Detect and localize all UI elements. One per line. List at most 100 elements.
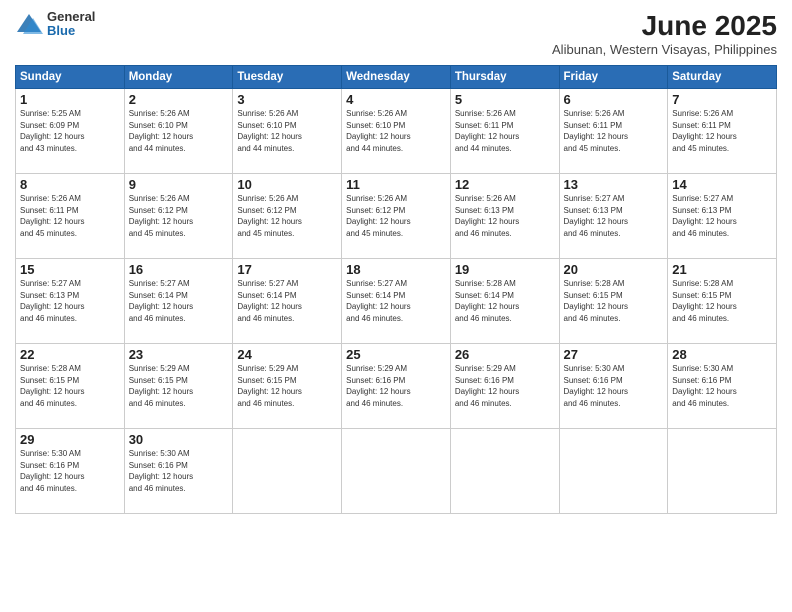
day-cell: 30Sunrise: 5:30 AMSunset: 6:16 PMDayligh… <box>124 429 233 514</box>
day-info: Sunrise: 5:29 AMSunset: 6:15 PMDaylight:… <box>129 363 229 409</box>
day-info: Sunrise: 5:26 AMSunset: 6:10 PMDaylight:… <box>129 108 229 154</box>
day-info: Sunrise: 5:30 AMSunset: 6:16 PMDaylight:… <box>129 448 229 494</box>
week-row-2: 8Sunrise: 5:26 AMSunset: 6:11 PMDaylight… <box>16 174 777 259</box>
header-tuesday: Tuesday <box>233 66 342 89</box>
day-number: 3 <box>237 92 337 107</box>
day-info: Sunrise: 5:26 AMSunset: 6:11 PMDaylight:… <box>672 108 772 154</box>
week-row-1: 1Sunrise: 5:25 AMSunset: 6:09 PMDaylight… <box>16 89 777 174</box>
day-number: 20 <box>564 262 664 277</box>
week-row-3: 15Sunrise: 5:27 AMSunset: 6:13 PMDayligh… <box>16 259 777 344</box>
day-info: Sunrise: 5:28 AMSunset: 6:15 PMDaylight:… <box>672 278 772 324</box>
day-cell: 2Sunrise: 5:26 AMSunset: 6:10 PMDaylight… <box>124 89 233 174</box>
day-info: Sunrise: 5:30 AMSunset: 6:16 PMDaylight:… <box>20 448 120 494</box>
day-cell <box>668 429 777 514</box>
day-info: Sunrise: 5:26 AMSunset: 6:13 PMDaylight:… <box>455 193 555 239</box>
day-info: Sunrise: 5:26 AMSunset: 6:11 PMDaylight:… <box>564 108 664 154</box>
day-info: Sunrise: 5:28 AMSunset: 6:15 PMDaylight:… <box>20 363 120 409</box>
day-cell: 22Sunrise: 5:28 AMSunset: 6:15 PMDayligh… <box>16 344 125 429</box>
day-number: 29 <box>20 432 120 447</box>
day-number: 6 <box>564 92 664 107</box>
title-block: June 2025 Alibunan, Western Visayas, Phi… <box>552 10 777 57</box>
week-row-4: 22Sunrise: 5:28 AMSunset: 6:15 PMDayligh… <box>16 344 777 429</box>
day-cell: 25Sunrise: 5:29 AMSunset: 6:16 PMDayligh… <box>342 344 451 429</box>
day-cell: 10Sunrise: 5:26 AMSunset: 6:12 PMDayligh… <box>233 174 342 259</box>
day-number: 8 <box>20 177 120 192</box>
day-info: Sunrise: 5:27 AMSunset: 6:13 PMDaylight:… <box>672 193 772 239</box>
day-cell <box>450 429 559 514</box>
day-cell: 9Sunrise: 5:26 AMSunset: 6:12 PMDaylight… <box>124 174 233 259</box>
day-cell: 29Sunrise: 5:30 AMSunset: 6:16 PMDayligh… <box>16 429 125 514</box>
calendar-page: General Blue June 2025 Alibunan, Western… <box>0 0 792 612</box>
header-sunday: Sunday <box>16 66 125 89</box>
day-number: 5 <box>455 92 555 107</box>
day-info: Sunrise: 5:27 AMSunset: 6:13 PMDaylight:… <box>564 193 664 239</box>
day-cell: 6Sunrise: 5:26 AMSunset: 6:11 PMDaylight… <box>559 89 668 174</box>
day-number: 11 <box>346 177 446 192</box>
day-info: Sunrise: 5:27 AMSunset: 6:13 PMDaylight:… <box>20 278 120 324</box>
day-info: Sunrise: 5:26 AMSunset: 6:12 PMDaylight:… <box>129 193 229 239</box>
day-cell: 11Sunrise: 5:26 AMSunset: 6:12 PMDayligh… <box>342 174 451 259</box>
day-number: 2 <box>129 92 229 107</box>
day-cell <box>342 429 451 514</box>
day-info: Sunrise: 5:26 AMSunset: 6:12 PMDaylight:… <box>237 193 337 239</box>
day-number: 25 <box>346 347 446 362</box>
day-number: 14 <box>672 177 772 192</box>
day-number: 13 <box>564 177 664 192</box>
day-number: 19 <box>455 262 555 277</box>
day-cell: 15Sunrise: 5:27 AMSunset: 6:13 PMDayligh… <box>16 259 125 344</box>
calendar-table: Sunday Monday Tuesday Wednesday Thursday… <box>15 65 777 514</box>
day-info: Sunrise: 5:30 AMSunset: 6:16 PMDaylight:… <box>564 363 664 409</box>
day-cell: 19Sunrise: 5:28 AMSunset: 6:14 PMDayligh… <box>450 259 559 344</box>
day-info: Sunrise: 5:30 AMSunset: 6:16 PMDaylight:… <box>672 363 772 409</box>
day-number: 23 <box>129 347 229 362</box>
day-info: Sunrise: 5:27 AMSunset: 6:14 PMDaylight:… <box>237 278 337 324</box>
logo-text: General Blue <box>47 10 95 39</box>
day-cell: 17Sunrise: 5:27 AMSunset: 6:14 PMDayligh… <box>233 259 342 344</box>
day-number: 7 <box>672 92 772 107</box>
header-friday: Friday <box>559 66 668 89</box>
day-cell: 12Sunrise: 5:26 AMSunset: 6:13 PMDayligh… <box>450 174 559 259</box>
day-number: 30 <box>129 432 229 447</box>
day-number: 28 <box>672 347 772 362</box>
day-info: Sunrise: 5:28 AMSunset: 6:15 PMDaylight:… <box>564 278 664 324</box>
day-cell: 26Sunrise: 5:29 AMSunset: 6:16 PMDayligh… <box>450 344 559 429</box>
day-number: 12 <box>455 177 555 192</box>
day-info: Sunrise: 5:29 AMSunset: 6:16 PMDaylight:… <box>455 363 555 409</box>
day-cell: 13Sunrise: 5:27 AMSunset: 6:13 PMDayligh… <box>559 174 668 259</box>
day-number: 21 <box>672 262 772 277</box>
day-number: 26 <box>455 347 555 362</box>
day-info: Sunrise: 5:26 AMSunset: 6:11 PMDaylight:… <box>455 108 555 154</box>
day-cell: 21Sunrise: 5:28 AMSunset: 6:15 PMDayligh… <box>668 259 777 344</box>
logo-icon <box>15 10 43 38</box>
day-cell: 16Sunrise: 5:27 AMSunset: 6:14 PMDayligh… <box>124 259 233 344</box>
header-wednesday: Wednesday <box>342 66 451 89</box>
day-cell: 7Sunrise: 5:26 AMSunset: 6:11 PMDaylight… <box>668 89 777 174</box>
day-info: Sunrise: 5:26 AMSunset: 6:12 PMDaylight:… <box>346 193 446 239</box>
day-number: 18 <box>346 262 446 277</box>
day-info: Sunrise: 5:27 AMSunset: 6:14 PMDaylight:… <box>346 278 446 324</box>
day-info: Sunrise: 5:27 AMSunset: 6:14 PMDaylight:… <box>129 278 229 324</box>
day-cell <box>233 429 342 514</box>
week-row-5: 29Sunrise: 5:30 AMSunset: 6:16 PMDayligh… <box>16 429 777 514</box>
day-info: Sunrise: 5:26 AMSunset: 6:10 PMDaylight:… <box>237 108 337 154</box>
day-info: Sunrise: 5:29 AMSunset: 6:15 PMDaylight:… <box>237 363 337 409</box>
logo: General Blue <box>15 10 95 39</box>
day-number: 10 <box>237 177 337 192</box>
page-header: General Blue June 2025 Alibunan, Western… <box>15 10 777 57</box>
day-cell: 28Sunrise: 5:30 AMSunset: 6:16 PMDayligh… <box>668 344 777 429</box>
day-cell: 14Sunrise: 5:27 AMSunset: 6:13 PMDayligh… <box>668 174 777 259</box>
day-cell: 27Sunrise: 5:30 AMSunset: 6:16 PMDayligh… <box>559 344 668 429</box>
day-info: Sunrise: 5:26 AMSunset: 6:10 PMDaylight:… <box>346 108 446 154</box>
day-info: Sunrise: 5:28 AMSunset: 6:14 PMDaylight:… <box>455 278 555 324</box>
day-number: 24 <box>237 347 337 362</box>
day-cell: 3Sunrise: 5:26 AMSunset: 6:10 PMDaylight… <box>233 89 342 174</box>
location: Alibunan, Western Visayas, Philippines <box>552 42 777 57</box>
logo-general: General <box>47 10 95 24</box>
day-number: 27 <box>564 347 664 362</box>
day-cell: 8Sunrise: 5:26 AMSunset: 6:11 PMDaylight… <box>16 174 125 259</box>
day-cell <box>559 429 668 514</box>
month-title: June 2025 <box>552 10 777 42</box>
weekday-header-row: Sunday Monday Tuesday Wednesday Thursday… <box>16 66 777 89</box>
day-cell: 5Sunrise: 5:26 AMSunset: 6:11 PMDaylight… <box>450 89 559 174</box>
day-number: 1 <box>20 92 120 107</box>
